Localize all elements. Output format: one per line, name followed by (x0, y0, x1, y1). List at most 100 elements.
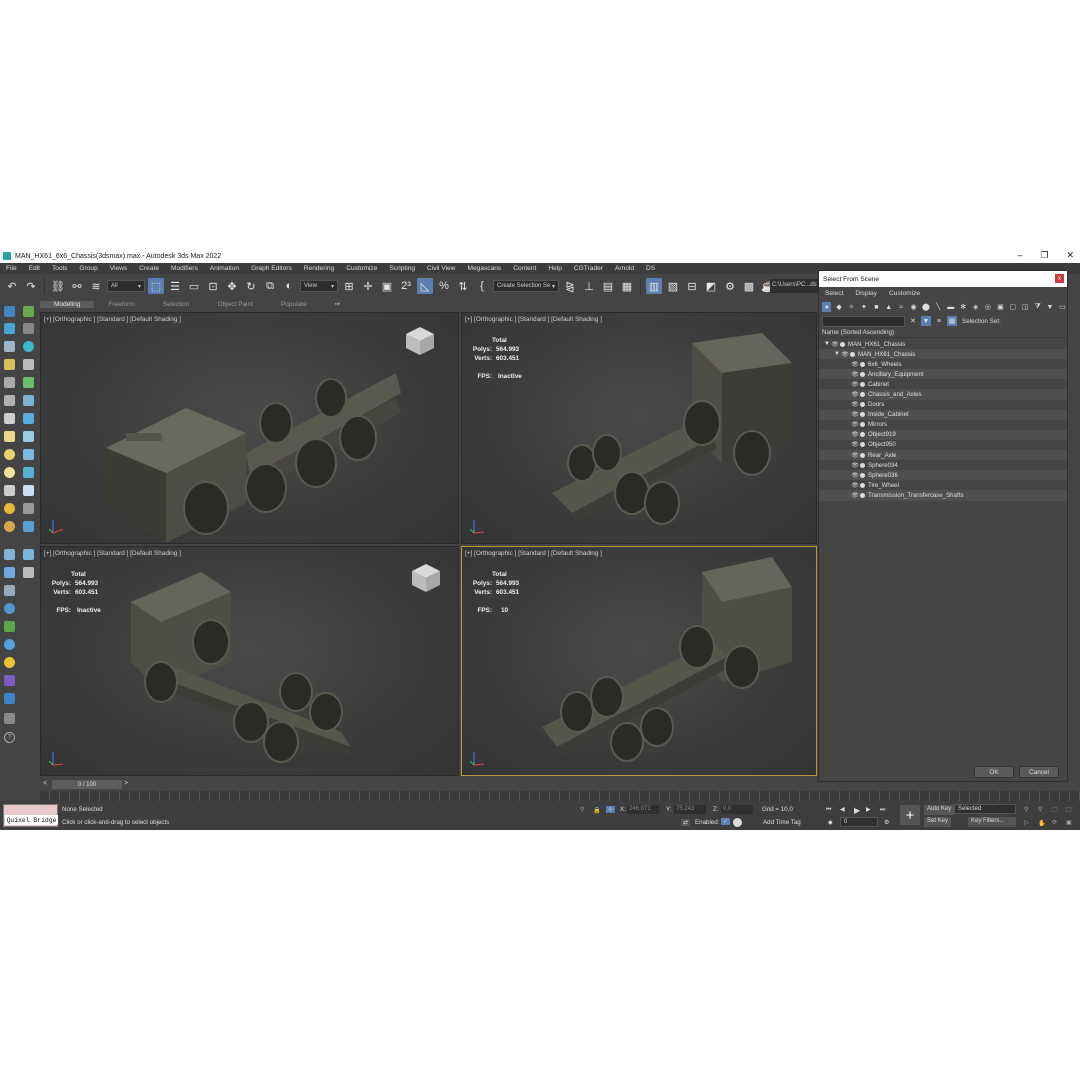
menu-file[interactable]: File (6, 265, 17, 272)
spacewarp-icon[interactable] (23, 377, 34, 388)
pyramid-primitive-icon[interactable] (23, 485, 34, 496)
tree-row[interactable]: 👁 Object950 (819, 440, 1067, 450)
truck-model-render[interactable] (542, 323, 802, 538)
x-coordinate-field[interactable]: 246,071 (627, 805, 659, 814)
clone-icon[interactable] (4, 585, 15, 596)
tree-row[interactable]: 👁 Cabinet (819, 379, 1067, 389)
modify-panel-icon[interactable] (23, 306, 34, 317)
display-panel-icon[interactable] (4, 341, 15, 352)
tree-item-name[interactable]: Rear_Axle (868, 452, 896, 459)
spacing-tool-icon[interactable] (4, 567, 15, 578)
freeze-toggle-icon[interactable] (860, 432, 865, 438)
go-to-end-icon[interactable]: ⏭ (880, 806, 886, 814)
menu-customize[interactable]: Customize (346, 265, 377, 272)
tree-row[interactable]: 👁 6x6_Wheels (819, 359, 1067, 369)
tree-item-name[interactable]: Sphere034 (868, 462, 898, 469)
ribbon-options-icon[interactable]: ▪▾ (321, 300, 355, 308)
display-hidden-icon[interactable]: ◈ (971, 302, 980, 312)
zoom-all-icon[interactable]: ⚲ (1038, 806, 1043, 813)
tree-item-name[interactable]: Object919 (868, 431, 896, 438)
tree-item-name[interactable]: Transmission_Transfercase_Shafts (868, 492, 963, 499)
play-icon[interactable]: ▶ (854, 806, 860, 815)
schematic-view-icon[interactable]: ⊟ (684, 278, 700, 294)
keyboard-shortcut-override-icon[interactable]: ▣ (379, 278, 395, 294)
mirror-icon[interactable]: ⧎ (562, 278, 578, 294)
select-manipulate-icon[interactable]: ✛ (360, 278, 376, 294)
menu-civil-view[interactable]: Civil View (427, 265, 455, 272)
menu-group[interactable]: Group (79, 265, 97, 272)
time-slider[interactable]: < 0 / 100 > (40, 778, 818, 791)
sphere-primitive-icon[interactable] (4, 449, 15, 460)
tree-row[interactable]: 👁 Transmission_Transfercase_Shafts (819, 490, 1067, 501)
menu-cgtrader[interactable]: CGTrader (574, 265, 603, 272)
plane-primitive-icon[interactable] (23, 503, 34, 514)
visibility-eye-icon[interactable]: 👁 (841, 351, 849, 358)
lock-selection-icon[interactable]: 🔒 (593, 806, 601, 814)
align-icon[interactable]: ⊥ (581, 278, 597, 294)
selection-set-icon[interactable]: ▦ (947, 316, 957, 326)
angle-snap-icon[interactable]: ◺ (417, 278, 433, 294)
display-geometry-icon[interactable]: ◆ (834, 302, 843, 312)
viewport-label[interactable]: [+] [Orthographic ] [Standard ] [Default… (44, 550, 181, 557)
snaps-toggle-icon[interactable]: 2³ (398, 278, 414, 294)
tree-item-name[interactable]: Tire_Wheel (868, 482, 899, 489)
box-primitive-icon[interactable] (4, 431, 15, 442)
render-setup-icon[interactable]: ⚙ (722, 278, 738, 294)
viewcube-icon[interactable] (410, 562, 442, 594)
material-editor-icon[interactable]: ◩ (703, 278, 719, 294)
tab-selection[interactable]: Selection (149, 301, 204, 308)
display-cameras-icon[interactable]: ■ (872, 302, 881, 312)
tree-item-name[interactable]: Object950 (868, 441, 896, 448)
orbit-icon[interactable]: ⟳ (1052, 819, 1057, 826)
tree-row[interactable]: 👁 Sphere036 (819, 470, 1067, 481)
zoom-extents-icon[interactable]: ⬚ (1052, 806, 1058, 813)
rectangular-selection-icon[interactable]: ▭ (186, 278, 202, 294)
truck-model-render[interactable] (532, 552, 802, 767)
absolute-mode-icon[interactable]: ⊹ (606, 806, 616, 813)
dialog-close-button[interactable]: x (1055, 274, 1064, 283)
next-frame-icon[interactable]: ▶ (866, 806, 871, 813)
column-header-name[interactable]: Name (Sorted Ascending) (819, 328, 1067, 338)
minimize-button[interactable]: – (1017, 250, 1022, 261)
shapes-icon[interactable] (23, 395, 34, 406)
viewport-top-left[interactable]: [+] [Orthographic ] [Standard ] [Default… (40, 312, 459, 544)
array-icon[interactable] (4, 549, 15, 560)
window-crossing-icon[interactable]: ⊡ (205, 278, 221, 294)
tree-row[interactable]: 👁 Chassis_and_Axles (819, 389, 1067, 400)
textplus-icon[interactable] (23, 521, 34, 532)
dialog-menu-display[interactable]: Display (855, 290, 877, 297)
layers-icon[interactable]: ≡ (934, 316, 944, 326)
quixel-bridge-button[interactable]: Quixel Bridge (3, 804, 58, 827)
snapshot-icon[interactable] (23, 549, 34, 560)
material-sphere-icon[interactable] (4, 639, 15, 650)
field-of-view-icon[interactable]: ▷ (1024, 819, 1029, 826)
menu-tools[interactable]: Tools (52, 265, 67, 272)
menu-help[interactable]: Help (548, 265, 562, 272)
systems-icon[interactable] (4, 395, 15, 406)
auto-key-button[interactable]: Auto Key (924, 805, 955, 815)
time-config-icon[interactable]: ⚙ (884, 819, 890, 826)
visibility-eye-icon[interactable]: 👁 (851, 381, 859, 388)
isolate-selection-icon[interactable]: ⚲ (580, 806, 585, 813)
freeze-toggle-icon[interactable] (860, 392, 865, 398)
menu-edit[interactable]: Edit (29, 265, 40, 272)
close-button[interactable]: ✕ (1066, 250, 1074, 261)
display-spacewarps-icon[interactable]: ≈ (896, 302, 905, 312)
previous-frame-icon[interactable]: ◀ (840, 806, 845, 813)
cancel-button[interactable]: Cancel (1019, 766, 1059, 778)
time-tag-toggle-icon[interactable]: ✓ (721, 818, 731, 825)
freeze-toggle-icon[interactable] (850, 351, 855, 357)
torus-primitive-icon[interactable] (23, 449, 34, 460)
select-invert-icon[interactable]: ◫ (1021, 302, 1030, 312)
geometry-icon[interactable] (23, 413, 34, 424)
tab-modeling[interactable]: Modeling (40, 300, 95, 308)
layers-icon[interactable] (4, 713, 15, 724)
menu-ds[interactable]: DS (646, 265, 655, 272)
freeze-toggle-icon[interactable] (860, 412, 865, 418)
menu-views[interactable]: Views (110, 265, 127, 272)
display-all-icon[interactable]: ● (822, 302, 832, 312)
rendered-frame-window-icon[interactable]: ▩ (741, 278, 757, 294)
select-by-name-icon[interactable]: ☰ (167, 278, 183, 294)
filter-options-icon[interactable]: ▼ (1045, 302, 1054, 312)
visibility-eye-icon[interactable]: 👁 (851, 431, 859, 438)
